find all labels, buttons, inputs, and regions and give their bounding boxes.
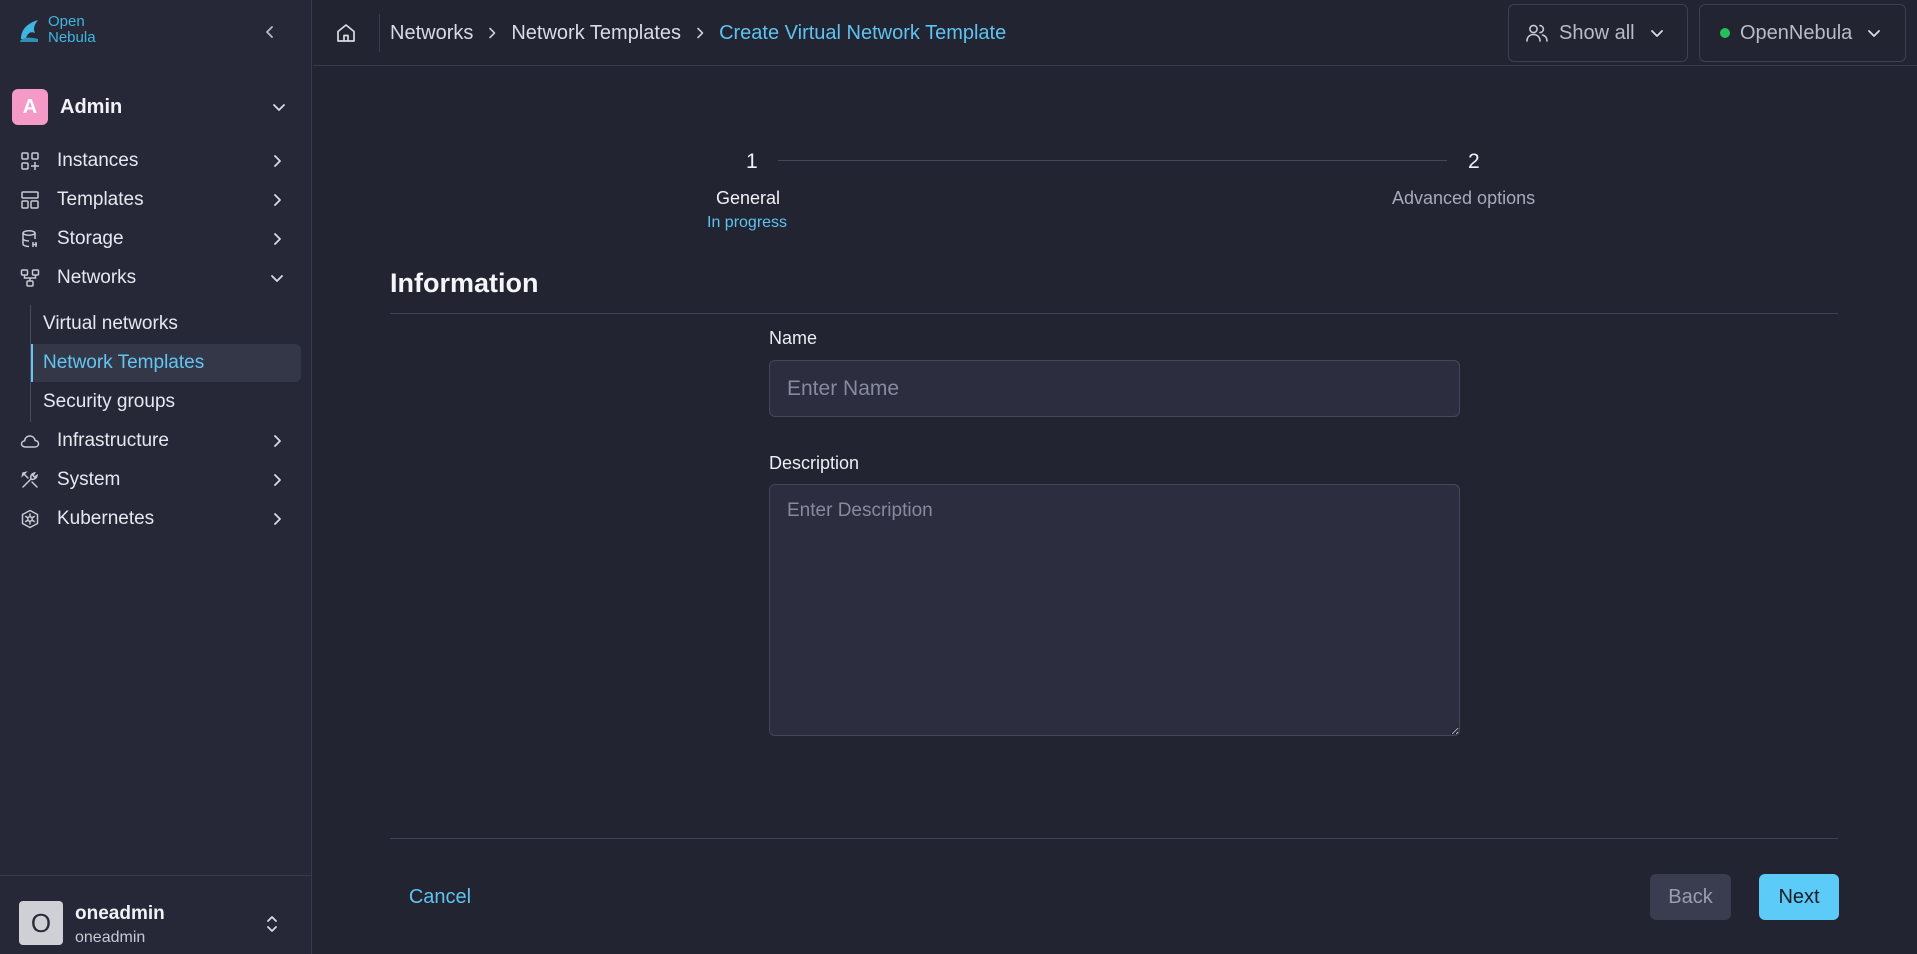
topbar: Networks Network Templates Create Virtua… (313, 0, 1917, 66)
user-group: oneadmin (75, 929, 146, 946)
sidebar-item-instances[interactable]: Instances (12, 143, 300, 179)
sidebar-item-system[interactable]: System (12, 462, 300, 498)
grid-plus-icon (18, 149, 42, 173)
step-2-number: 2 (1468, 150, 1480, 173)
sidebar-subitem-network-templates[interactable]: Network Templates (31, 344, 301, 382)
sidebar: Open Nebula A Admin Instances Templates (0, 0, 312, 954)
layout-icon (18, 188, 42, 212)
cloud-icon (18, 429, 42, 453)
sidebar-item-label: Storage (57, 228, 124, 249)
sidebar-subitem-security-groups[interactable]: Security groups (31, 383, 301, 421)
sidebar-item-label: Infrastructure (57, 430, 169, 451)
group-filter-label: Show all (1559, 21, 1635, 44)
group-switcher[interactable]: A Admin (12, 89, 300, 125)
group-avatar: A (12, 89, 48, 125)
group-label: Admin (60, 95, 123, 118)
sidebar-item-label: Instances (57, 150, 139, 171)
step-1-status: In progress (707, 214, 788, 231)
sidebar-item-kubernetes[interactable]: Kubernetes (12, 501, 300, 537)
chevron-right-icon (268, 432, 286, 450)
group-filter-button[interactable]: Show all (1508, 4, 1688, 62)
users-icon (1525, 22, 1549, 44)
breadcrumb-networks[interactable]: Networks (390, 22, 473, 45)
zone-selector[interactable]: OpenNebula (1699, 4, 1906, 62)
footer-divider (390, 838, 1838, 839)
chevron-right-icon (268, 230, 286, 248)
logo-line-1: Open (48, 13, 85, 30)
step-1-title[interactable]: General (716, 188, 780, 209)
collapse-sidebar-button[interactable] (258, 20, 282, 44)
network-icon (18, 266, 42, 290)
zone-status-dot (1720, 28, 1730, 38)
cancel-button[interactable]: Cancel (392, 874, 488, 920)
sidebar-item-templates[interactable]: Templates (12, 182, 300, 218)
tools-icon (18, 468, 42, 492)
section-divider (390, 313, 1838, 314)
chevron-right-icon (268, 152, 286, 170)
name-input[interactable] (769, 360, 1460, 417)
chevron-right-icon (693, 26, 707, 40)
user-menu[interactable]: O oneadmin oneadmin (0, 875, 312, 954)
description-label: Description (769, 453, 860, 473)
kubernetes-icon (18, 507, 42, 531)
breadcrumb: Networks Network Templates Create Virtua… (390, 20, 1006, 46)
back-button[interactable]: Back (1650, 874, 1731, 920)
sidebar-item-infrastructure[interactable]: Infrastructure (12, 423, 300, 459)
sidebar-item-label: Networks (57, 267, 137, 288)
next-button[interactable]: Next (1759, 874, 1839, 920)
sidebar-item-label: Templates (57, 189, 144, 210)
step-2-title[interactable]: Advanced options (1392, 188, 1535, 209)
section-title: Information (390, 268, 539, 298)
database-icon (18, 227, 42, 251)
sidebar-item-networks[interactable]: Networks (12, 260, 300, 296)
chevron-right-icon (268, 191, 286, 209)
chevron-right-icon (268, 471, 286, 489)
chevron-left-icon (263, 25, 277, 39)
stepper-connector (778, 160, 1447, 161)
avatar: O (19, 901, 63, 945)
user-name: oneadmin (75, 903, 165, 924)
chevron-right-icon (485, 26, 499, 40)
home-icon (335, 22, 357, 44)
chevron-right-icon (268, 510, 286, 528)
breadcrumb-network-templates[interactable]: Network Templates (511, 22, 681, 45)
topbar-divider (379, 14, 380, 52)
sidebar-subitem-virtual-networks[interactable]: Virtual networks (31, 305, 301, 343)
app-logo[interactable]: Open Nebula (18, 14, 96, 46)
zone-label: OpenNebula (1740, 21, 1853, 44)
sidebar-item-storage[interactable]: Storage (12, 221, 300, 257)
sidebar-item-label: System (57, 469, 121, 490)
step-1-number: 1 (746, 150, 758, 173)
chevron-down-icon (1866, 25, 1882, 41)
chevron-down-icon (268, 269, 286, 287)
chevron-up-down-icon[interactable] (265, 912, 279, 936)
chevron-down-icon (270, 98, 288, 116)
home-button[interactable] (333, 20, 359, 46)
networks-submenu: Virtual networks Network Templates Secur… (30, 305, 302, 422)
opennebula-logo-icon (18, 17, 42, 43)
logo-line-2: Nebula (48, 29, 96, 46)
chevron-down-icon (1649, 25, 1665, 41)
name-label: Name (769, 328, 818, 348)
sidebar-item-label: Kubernetes (57, 508, 155, 529)
description-input[interactable] (769, 484, 1460, 736)
breadcrumb-current: Create Virtual Network Template (719, 21, 1007, 44)
